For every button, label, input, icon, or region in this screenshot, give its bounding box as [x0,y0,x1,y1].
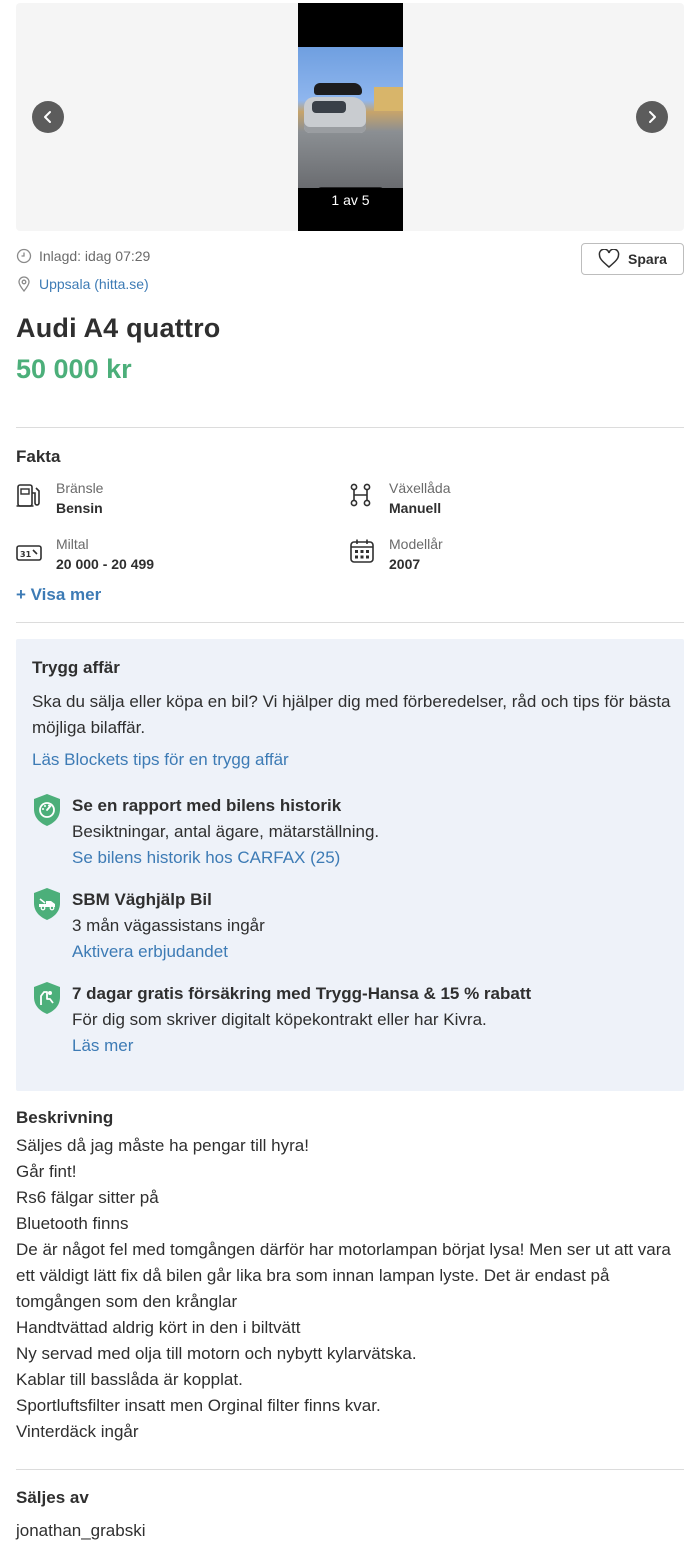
description-line: Säljes då jag måste ha pengar till hyra! [16,1136,309,1155]
feature-title: SBM Väghjälp Bil [72,890,212,909]
gauge-shield-icon [34,794,60,826]
fact-model-year: Modellår 2007 [349,535,443,575]
safe-deal-body: Ska du sälja eller köpa en bil? Vi hjälp… [32,692,671,737]
divider [16,427,684,428]
description-heading: Beskrivning [16,1108,114,1127]
posted-text: Inlagd: idag 07:29 [39,248,151,264]
divider [16,1469,684,1470]
image-counter: 1 av 5 [318,187,383,213]
listing-photo[interactable]: 1 av 5 [298,3,403,231]
facts-heading: Fakta [16,447,61,466]
feature-link[interactable]: Läs mer [72,1036,133,1055]
description-line: Vinterdäck ingår [16,1422,139,1441]
insurance-shield-icon [34,982,60,1014]
photo-roofbox [314,83,362,95]
seller-heading: Säljes av [16,1488,89,1507]
fuel-pump-icon [16,484,40,507]
description-line: Bluetooth finns [16,1214,129,1233]
svg-text:31: 31 [20,550,32,559]
fact-value: Bensin [56,500,103,516]
description-line: Ny servad med olja till motorn och nybyt… [16,1344,417,1363]
description-line: Går fint! [16,1162,77,1181]
location-link[interactable]: Uppsala (hitta.se) [39,276,149,292]
divider [16,622,684,623]
clock-icon [16,248,32,264]
feature-text: 3 mån vägassistans ingår [72,916,265,935]
fact-value: 2007 [389,556,421,572]
fact-value: 20 000 - 20 499 [56,556,155,572]
fact-label: Bränsle [56,480,104,496]
fact-label: Modellår [389,536,443,552]
safe-deal-tips-link[interactable]: Läs Blockets tips för en trygg affär [32,750,289,770]
save-button[interactable]: Spara [581,243,684,275]
odometer-icon: 31 [16,545,42,561]
previous-image-button[interactable] [32,101,64,133]
listing-price: 50 000 kr [16,354,132,384]
heart-icon [598,249,620,268]
fact-label: Växellåda [389,480,451,496]
feature-text: För dig som skriver digitalt köpekontrak… [72,1010,487,1029]
description-line: Handtvättad aldrig kört in den i biltvät… [16,1318,301,1337]
photo-house [374,87,403,111]
seller-name[interactable]: jonathan_grabski [16,1521,145,1541]
fact-gearbox: Växellåda Manuell [349,479,451,519]
fact-label: Miltal [56,536,89,552]
fact-value: Manuell [389,500,442,516]
posted-info: Inlagd: idag 07:29 [16,248,150,264]
description-text: Säljes då jag måste ha pengar till hyra!… [16,1133,684,1445]
save-label: Spara [628,251,667,267]
feature-text: Besiktningar, antal ägare, mätarställnin… [72,822,380,841]
gearbox-icon [350,483,371,507]
description-line: De är något fel med tomgången därför har… [16,1240,671,1311]
feature-title: 7 dagar gratis försäkring med Trygg-Hans… [72,984,532,1003]
feature-link[interactable]: Aktivera erbjudandet [72,942,228,961]
show-more-link[interactable]: + Visa mer [16,585,101,605]
fact-fuel: Bränsle Bensin [16,479,103,519]
listing-title: Audi A4 quattro [16,313,221,343]
image-gallery[interactable]: 1 av 5 [16,3,684,231]
feature-title: Se en rapport med bilens historik [72,796,342,815]
description-line: Kablar till basslåda är kopplat. [16,1370,243,1389]
tow-truck-shield-icon [34,888,60,920]
photo-car-window [312,101,346,113]
safe-deal-panel: Trygg affär Ska du sälja eller köpa en b… [16,639,684,1091]
chevron-right-icon [649,111,656,123]
location-pin-icon [16,276,32,292]
fact-mileage: 31 Miltal 20 000 - 20 499 [16,535,154,575]
feature-link[interactable]: Se bilens historik hos CARFAX (25) [72,848,340,867]
description-line: Sportluftsfilter insatt men Orginal filt… [16,1396,381,1415]
description-line: Rs6 fälgar sitter på [16,1188,159,1207]
next-image-button[interactable] [636,101,668,133]
location-info: Uppsala (hitta.se) [16,276,149,292]
calendar-icon [350,539,374,563]
safe-deal-title: Trygg affär [32,658,120,677]
chevron-left-icon [44,111,51,123]
